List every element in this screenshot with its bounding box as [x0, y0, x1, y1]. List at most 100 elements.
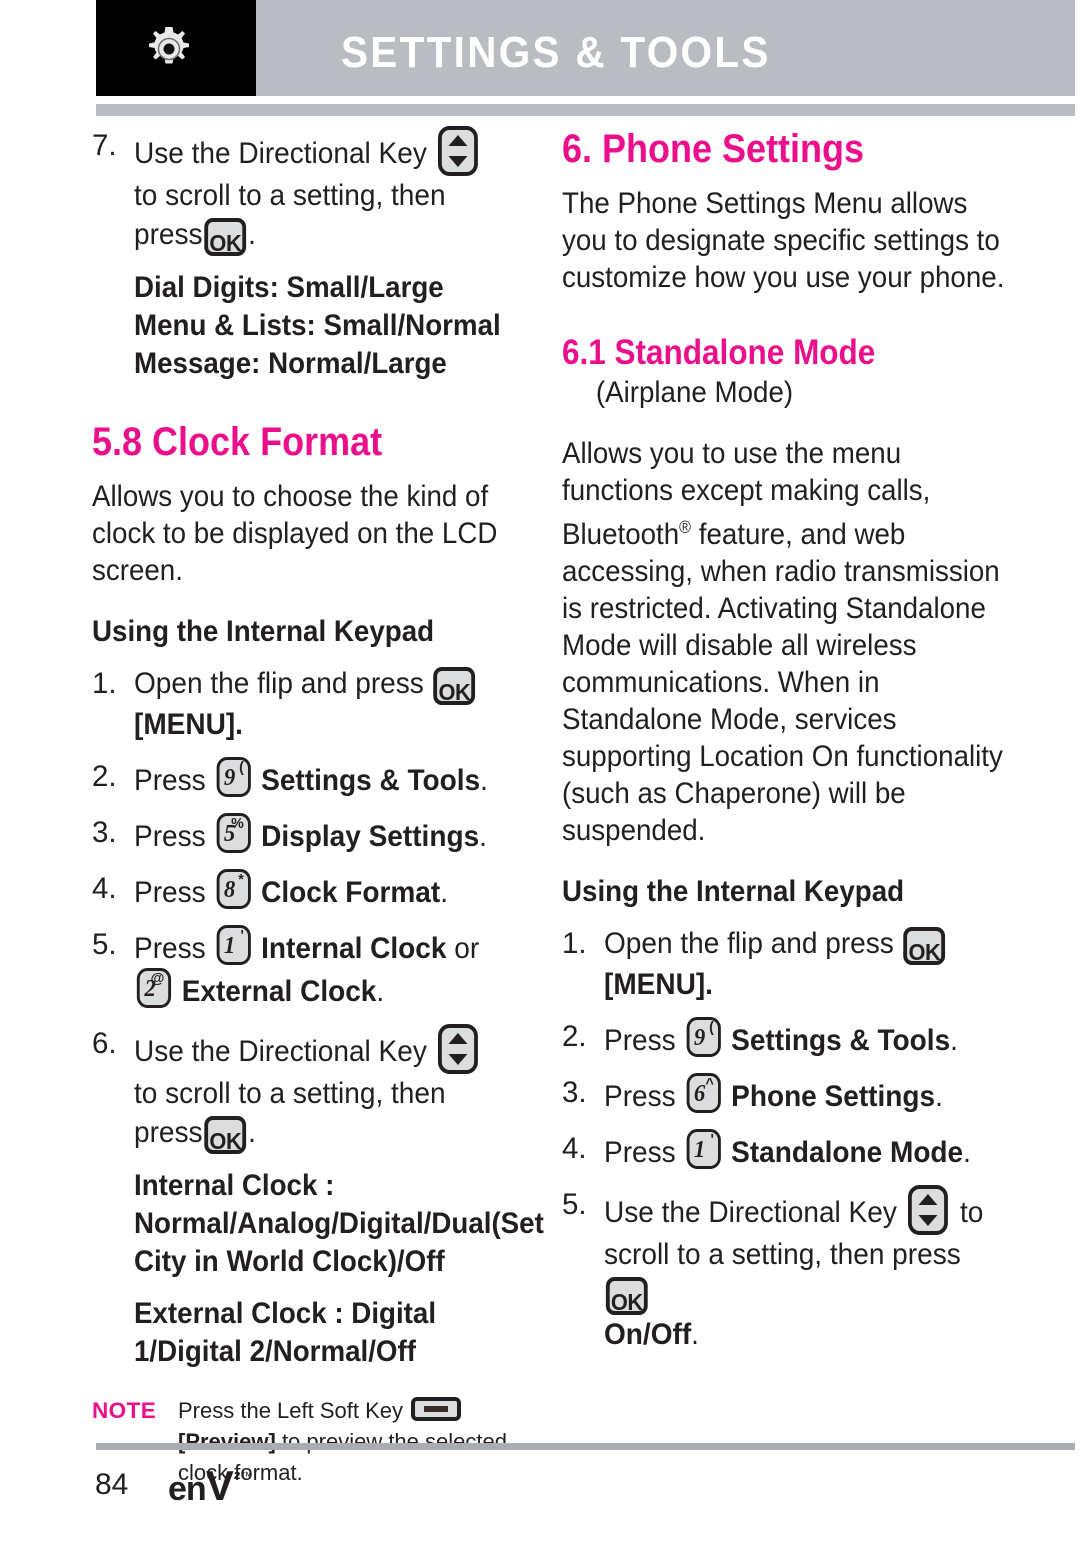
key-digit-label: 1 — [223, 933, 236, 959]
step-conjunction: or — [454, 932, 480, 965]
keypad-key-9-icon: 9 ( — [216, 757, 251, 797]
step-menu-label: Settings & Tools — [261, 764, 481, 797]
key-digit-label: 9 — [223, 765, 236, 791]
footer-rule — [96, 1443, 1075, 1450]
ok-key-icon: OK — [605, 1276, 648, 1315]
step-text-a: Open the flip and press — [604, 926, 894, 960]
keypad-key-5-icon: 5 % — [216, 813, 251, 853]
ok-key-label: OK — [209, 1128, 242, 1154]
step-period: . — [376, 975, 385, 1008]
soft-key-bar-icon — [424, 1406, 449, 1412]
ok-key-icon: OK — [903, 926, 946, 965]
step-number: 3. — [562, 1075, 587, 1109]
arrow-up-icon — [448, 1033, 468, 1044]
step-text-c: . — [248, 1116, 256, 1149]
logo-en: en — [168, 1470, 207, 1508]
body-part-2: feature, and web accessing, when radio t… — [562, 517, 1003, 847]
step-4: 4. Press 8 * Clock Format. — [92, 869, 512, 912]
ok-key-label: OK — [610, 1288, 643, 1315]
step-5: 5. Use the Directional Key to scroll to … — [562, 1184, 1017, 1354]
option-line: Dial Digits: Small/Large — [134, 271, 444, 304]
step-period: . — [479, 820, 487, 853]
page-title: SETTINGS & TOOLS — [341, 28, 771, 77]
key-sup-label: ' — [710, 1130, 714, 1148]
ok-key-label: OK — [908, 938, 941, 965]
step-menu-label: Standalone Mode — [731, 1135, 964, 1169]
step-number: 1. — [562, 926, 587, 960]
keypad-key-1-icon: 1 ' — [686, 1128, 721, 1169]
step-number: 3. — [92, 816, 117, 849]
step-number: 6. — [92, 1027, 117, 1060]
ok-key-icon: OK — [433, 667, 476, 705]
step-text-a: Press — [604, 1079, 676, 1113]
step-text: Open the flip and press OK [MENU]. — [134, 664, 493, 744]
key-sup-label: ^ — [705, 1074, 714, 1092]
section-6-intro: The Phone Settings Menu allows you to de… — [562, 187, 1005, 294]
key-sup-label: ( — [709, 1018, 714, 1036]
subheading-using-internal-keypad: Using the Internal Keypad — [562, 874, 905, 908]
option-line: Internal Clock : Normal/Analog/Digital/D… — [134, 1169, 544, 1278]
step-text-a: Press — [134, 932, 206, 965]
ok-key-label: OK — [209, 230, 242, 256]
keypad-key-2-icon: 2 @ — [136, 968, 172, 1008]
page-header: SETTINGS & TOOLS — [96, 0, 1075, 96]
header-rule — [96, 104, 1075, 116]
step-period: . — [691, 1317, 699, 1351]
step-text-a: Press — [134, 876, 206, 909]
key-sup-label: ( — [239, 759, 244, 776]
step-text: Press 6 ^ Phone Settings. — [604, 1072, 996, 1116]
step-2: 2. Press 9 ( Settings & Tools. — [562, 1016, 1017, 1060]
step-text: Use the Directional Key to scroll to a s… — [134, 126, 493, 256]
step-text-menu: [MENU]. — [604, 967, 713, 1001]
step-text: Open the flip and press OK [MENU]. — [604, 924, 996, 1004]
step-period: . — [440, 876, 449, 909]
step-5: 5. Press 1 ' Internal Clock or 2 @ Exter… — [92, 925, 512, 1011]
directional-key-icon — [908, 1184, 949, 1235]
step-number: 7. — [92, 129, 117, 162]
step-menu-label-2: External Clock — [181, 975, 377, 1008]
step-text: Use the Directional Key to scroll to a s… — [604, 1184, 996, 1354]
step-menu-label: Display Settings — [261, 820, 480, 853]
arrow-up-icon — [448, 135, 468, 146]
step-text-a: Use the Directional Key — [604, 1195, 897, 1229]
step-number: 5. — [562, 1187, 587, 1221]
options-block-2: Internal Clock : Normal/Analog/Digital/D… — [92, 1167, 544, 1371]
step-text: Press 9 ( Settings & Tools. — [134, 757, 493, 800]
step-2: 2. Press 9 ( Settings & Tools. — [92, 757, 512, 800]
ok-key-icon: OK — [204, 1116, 247, 1154]
key-digit-label: 6 — [693, 1080, 706, 1107]
key-sup-label: * — [238, 871, 244, 888]
step-number: 2. — [92, 760, 117, 793]
key-sup-label: ' — [240, 927, 244, 944]
step-text-a: Press — [604, 1135, 676, 1169]
step-text: Press 9 ( Settings & Tools. — [604, 1016, 996, 1060]
step-period: . — [935, 1079, 943, 1113]
arrow-down-icon — [918, 1214, 938, 1226]
ok-key-icon: OK — [204, 218, 247, 256]
step-text-a: Press — [604, 1023, 676, 1057]
step-3: 3. Press 6 ^ Phone Settings. — [562, 1072, 1017, 1116]
step-text-a: Use the Directional Key — [134, 1035, 427, 1068]
key-digit-label: 9 — [693, 1024, 706, 1051]
step-number: 1. — [92, 667, 117, 700]
option-line: Menu & Lists: Small/Normal — [134, 309, 501, 342]
step-text-b: to scroll to a setting, then press — [134, 179, 446, 251]
step-menu-label: Phone Settings — [731, 1079, 936, 1113]
header-icon-box — [96, 0, 256, 96]
subheading-using-internal-keypad: Using the Internal Keypad — [92, 615, 435, 648]
step-period: . — [480, 764, 488, 797]
options-block-1: Dial Digits: Small/Large Menu & Lists: S… — [92, 269, 512, 383]
step-menu-label: Clock Format — [261, 876, 441, 909]
step-text: Press 5 % Display Settings. — [134, 813, 493, 856]
registered-mark-icon: ® — [679, 518, 692, 537]
step-7: 7. Use the Directional Key to scroll to … — [92, 126, 512, 256]
section-heading-5-8: 5.8 Clock Format — [92, 420, 383, 464]
right-column: 6. Phone Settings The Phone Settings Men… — [562, 126, 1017, 1354]
keypad-key-9-icon: 9 ( — [686, 1016, 721, 1057]
gear-icon — [149, 27, 189, 64]
option-line: Message: Normal/Large — [134, 347, 447, 380]
step-1: 1. Open the flip and press OK [MENU]. — [92, 664, 512, 744]
left-column: 7. Use the Directional Key to scroll to … — [92, 126, 544, 1488]
step-text-menu: [MENU]. — [134, 708, 243, 741]
note-preview-label: [Preview] — [178, 1429, 276, 1454]
